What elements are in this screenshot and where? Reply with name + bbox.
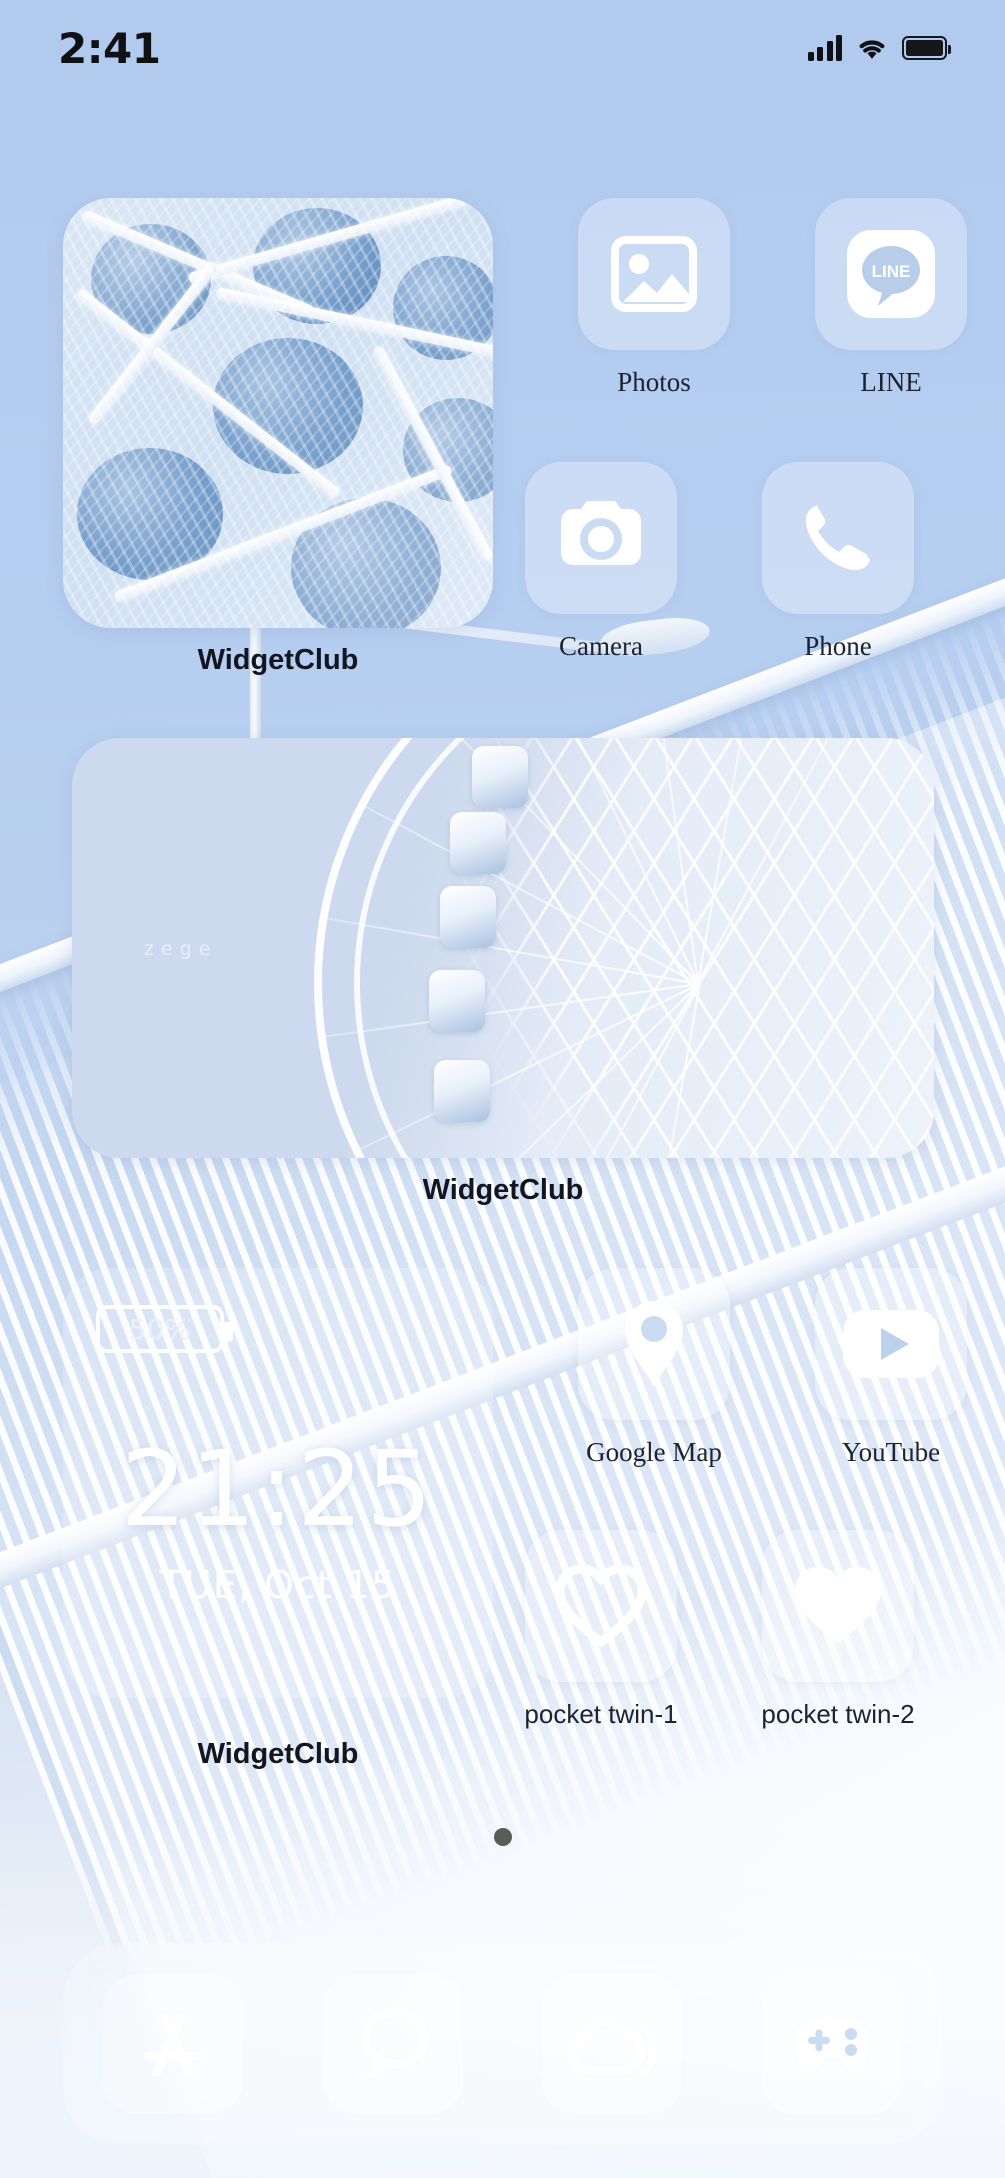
app-pocket-twin-1[interactable]: pocket twin-1	[524, 1530, 678, 1730]
map-pin-icon	[625, 1301, 683, 1387]
widget-photo-ferris[interactable]: zege WidgetClub	[72, 738, 934, 1207]
phone-icon	[805, 504, 870, 571]
cellular-signal-icon	[807, 35, 842, 61]
widget-photo-lollipop-surface[interactable]	[63, 198, 493, 628]
status-bar-time: 2:41	[58, 23, 161, 73]
widget-clock-date: TUE, Oct.15	[159, 1563, 397, 1607]
home-row-3b: pocket twin-1 pocket twin-2	[524, 1530, 915, 1730]
photos-icon	[611, 236, 697, 312]
app-phone[interactable]: Phone	[762, 462, 914, 662]
game-controller-icon	[795, 2020, 870, 2073]
battery-full-icon	[902, 36, 951, 60]
app-camera[interactable]: Camera	[525, 462, 677, 662]
widget-battery-badge: 50%	[96, 1305, 233, 1353]
widget-photo-ferris-surface[interactable]: zege	[72, 738, 934, 1158]
widget-label-lollipop: WidgetClub	[197, 644, 359, 676]
app-photos-tile[interactable]	[578, 198, 730, 350]
app-pocket-twin-2-label: pocket twin-2	[761, 1699, 915, 1729]
heart-outline-icon	[555, 1564, 647, 1647]
widget-watermark: zege	[144, 938, 218, 960]
widget-photo-lollipop[interactable]: WidgetClub	[63, 198, 493, 677]
heart-filled-icon	[795, 1567, 881, 1643]
youtube-icon	[843, 1310, 939, 1378]
status-bar-indicators	[807, 35, 951, 61]
dock-item-messages[interactable]	[322, 1974, 463, 2114]
app-store-icon	[144, 2014, 201, 2076]
app-camera-label: Camera	[559, 631, 643, 661]
home-screen: WidgetClub Photos LINE LINE Camera Phone…	[0, 0, 1005, 2178]
status-bar: 2:41	[0, 0, 1005, 96]
lollipop-photo	[63, 198, 493, 628]
app-pocket-twin-1-label: pocket twin-1	[524, 1699, 678, 1729]
dock	[63, 1943, 942, 2145]
widget-label-clock: WidgetClub	[197, 1738, 359, 1770]
line-icon: LINE	[847, 230, 935, 318]
widget-label-ferris: WidgetClub	[422, 1174, 584, 1206]
home-row-1b: Camera Phone	[525, 462, 914, 662]
app-pocket-twin-2-tile[interactable]	[762, 1530, 914, 1682]
app-phone-tile[interactable]	[762, 462, 914, 614]
widget-clock-time: 21:25	[120, 1428, 436, 1550]
app-pocket-twin-1-tile[interactable]	[525, 1530, 677, 1682]
camera-icon	[561, 501, 641, 565]
app-line-tile[interactable]: LINE	[815, 198, 967, 350]
app-google-map-tile[interactable]	[578, 1268, 730, 1420]
dock-item-app-store[interactable]	[102, 1974, 243, 2114]
app-youtube-tile[interactable]	[815, 1268, 967, 1420]
app-camera-tile[interactable]	[525, 462, 677, 614]
app-pocket-twin-2[interactable]: pocket twin-2	[761, 1530, 915, 1730]
page-indicator[interactable]	[0, 1828, 1005, 1846]
app-photos-label: Photos	[617, 367, 691, 397]
messages-bubble-icon	[361, 2008, 428, 2078]
app-line-label: LINE	[860, 367, 922, 397]
dock-item-games[interactable]	[762, 1974, 903, 2114]
line-icon-wordmark: LINE	[872, 262, 911, 281]
widget-clock-surface[interactable]: 50% 21:25 TUE, Oct.15	[63, 1268, 493, 1698]
cloud-sound-icon	[568, 2017, 657, 2076]
dock-item-weather[interactable]	[542, 1974, 683, 2114]
app-phone-label: Phone	[804, 631, 872, 661]
app-google-map-label: Google Map	[586, 1437, 722, 1467]
page-dot-active[interactable]	[493, 1828, 512, 1846]
widget-battery-percent: 50%	[128, 1312, 192, 1346]
wifi-icon	[859, 40, 885, 59]
widget-clock[interactable]: 50% 21:25 TUE, Oct.15 WidgetClub	[63, 1268, 493, 1771]
ferris-wheel-photo: zege	[72, 738, 934, 1158]
app-youtube-label: YouTube	[841, 1437, 941, 1467]
